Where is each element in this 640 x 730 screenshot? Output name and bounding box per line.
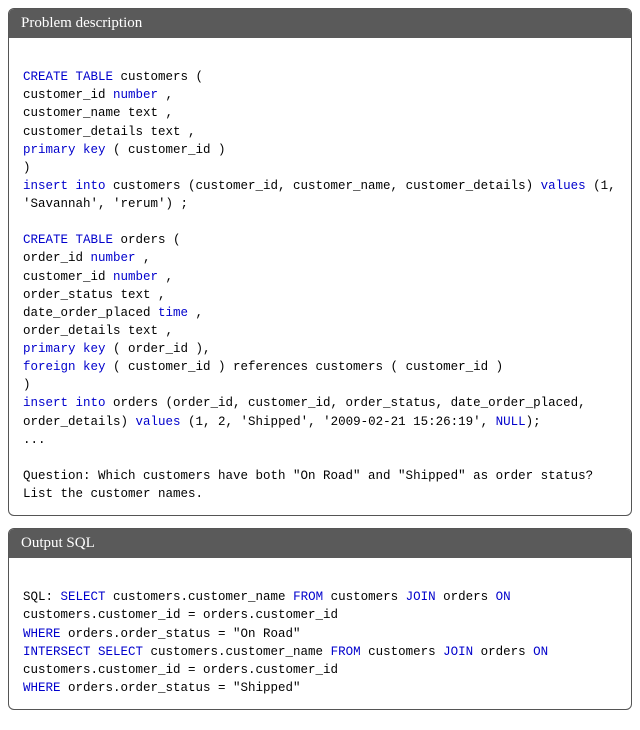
- output-title: Output SQL: [9, 529, 631, 558]
- code-line: ): [23, 376, 617, 394]
- problem-body: CREATE TABLE customers (customer_id numb…: [9, 38, 631, 515]
- code-line: WHERE orders.order_status = "Shipped": [23, 679, 617, 697]
- code-line: ): [23, 159, 617, 177]
- code-line: [23, 213, 617, 231]
- code-line: order_status text ,: [23, 286, 617, 304]
- code-line: Question: Which customers have both "On …: [23, 467, 617, 503]
- code-line: CREATE TABLE orders (: [23, 231, 617, 249]
- code-line: customer_id number ,: [23, 268, 617, 286]
- code-line: CREATE TABLE customers (: [23, 68, 617, 86]
- code-line: INTERSECT SELECT customers.customer_name…: [23, 643, 617, 679]
- code-line: order_id number ,: [23, 249, 617, 267]
- code-line: [23, 50, 617, 68]
- code-line: primary key ( order_id ),: [23, 340, 617, 358]
- problem-title: Problem description: [9, 9, 631, 38]
- code-line: ...: [23, 431, 617, 449]
- code-line: insert into orders (order_id, customer_i…: [23, 394, 617, 430]
- output-panel: Output SQL SQL: SELECT customers.custome…: [8, 528, 632, 710]
- code-line: WHERE orders.order_status = "On Road": [23, 625, 617, 643]
- code-line: SQL: SELECT customers.customer_name FROM…: [23, 588, 617, 624]
- code-line: [23, 449, 617, 467]
- code-line: customer_id number ,: [23, 86, 617, 104]
- code-line: order_details text ,: [23, 322, 617, 340]
- code-line: [23, 570, 617, 588]
- output-body: SQL: SELECT customers.customer_name FROM…: [9, 558, 631, 709]
- code-line: insert into customers (customer_id, cust…: [23, 177, 617, 213]
- code-line: foreign key ( customer_id ) references c…: [23, 358, 617, 376]
- code-line: primary key ( customer_id ): [23, 141, 617, 159]
- code-line: date_order_placed time ,: [23, 304, 617, 322]
- problem-panel: Problem description CREATE TABLE custome…: [8, 8, 632, 516]
- code-line: customer_name text ,: [23, 104, 617, 122]
- code-line: customer_details text ,: [23, 123, 617, 141]
